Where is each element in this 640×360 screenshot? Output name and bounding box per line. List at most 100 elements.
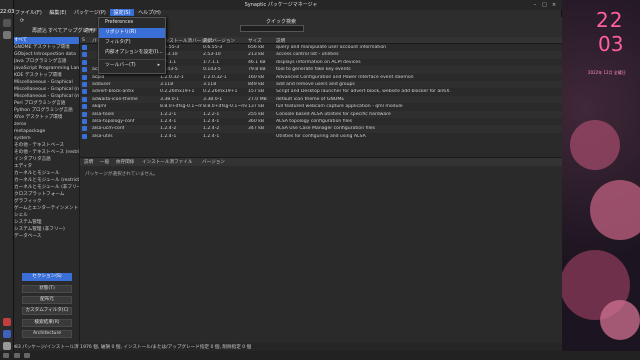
taskbar-app-icon[interactable] — [13, 353, 20, 358]
cell-size: 157 kB — [248, 89, 265, 95]
tab-installed-files[interactable]: インストール済ファイル — [142, 159, 192, 165]
tab-description[interactable]: 説明 — [84, 159, 93, 165]
table-row[interactable]: acpid 1:2.0.32-1 1:2.0.32-1 160 kB Advanced … — [80, 74, 562, 81]
category-item[interactable]: Xfce デスクトップ環境 — [14, 114, 79, 121]
table-row[interactable]: akqml 8.8.0+dfsg-0.1~mx 8.8.0+dfsg-0.1~mx 1… — [80, 103, 562, 110]
architecture-button[interactable]: Architecture — [22, 330, 72, 338]
origin-button[interactable]: 配布元 — [22, 296, 72, 304]
installed-checkbox[interactable] — [82, 126, 87, 132]
category-item[interactable]: metapackage — [14, 128, 79, 135]
app-icon[interactable] — [2, 31, 11, 39]
apply-button[interactable]: 適用 — [84, 27, 94, 34]
installed-checkbox[interactable] — [82, 111, 87, 117]
category-item[interactable]: Miscellaneous - Graphical (non) — [14, 86, 79, 93]
category-item[interactable]: Python プログラミング言語 — [14, 107, 79, 114]
tab-versions[interactable]: バージョン — [202, 159, 225, 165]
installed-checkbox[interactable] — [82, 59, 87, 65]
minimize-icon[interactable]: – — [531, 2, 539, 8]
cell-latest: 1.2.2-1 — [203, 111, 220, 117]
taskbar-app-icon[interactable] — [24, 353, 31, 358]
category-item[interactable]: カーネルとモジュール (非フリー) — [14, 184, 79, 191]
installed-checkbox[interactable] — [82, 89, 87, 95]
category-item[interactable]: エディタ — [14, 163, 79, 170]
table-row[interactable]: adwaita-icon-theme 3.38.0-1 3.38.0-1 27.0 M… — [80, 95, 562, 104]
cell-name: acpid — [92, 74, 105, 80]
flower-decoration — [570, 120, 620, 170]
search-results-button[interactable]: 検索結果(R) — [22, 319, 72, 327]
table-row[interactable]: advert-block-antix 0.2.26mx19+1 0.2.26mx19… — [80, 88, 562, 95]
toolbar: ⟳ 再読込 すべてアップグレード 適用 クイック検索 — [14, 17, 562, 37]
category-item[interactable]: JavaScript Programming Language — [14, 65, 79, 72]
category-item[interactable]: カーネルとモジュール (restricted) — [14, 177, 79, 184]
table-row[interactable]: alsa-tools 1.2.2-1 1.2.2-1 255 kB Console ba… — [80, 110, 562, 118]
maximize-icon[interactable]: □ — [540, 2, 548, 8]
installed-checkbox[interactable] — [82, 118, 87, 124]
table-row[interactable]: alsa-ucm-conf 1.2.4-2 1.2.4-2 347 kB ALSA Us… — [80, 125, 562, 133]
cell-desc: add and remove users and groups — [276, 81, 355, 87]
installed-checkbox[interactable] — [82, 133, 87, 139]
category-item[interactable]: Java プログラミング言語 — [14, 58, 79, 65]
reload-button[interactable]: 再読込 — [32, 27, 47, 34]
menu-item-repositories[interactable]: リポジトリ(R) — [99, 28, 165, 38]
category-panel: すべて GNOME デスクトップ環境 GObject Introspection d… — [14, 37, 80, 350]
category-item[interactable]: Perl プログラミング言語 — [14, 100, 79, 107]
menu-item-toolbar[interactable]: ツールバー(T) ▸ — [99, 61, 165, 71]
menu-file[interactable]: ファイル(F) — [12, 9, 45, 16]
menu-edit[interactable]: 編集(E) — [46, 9, 69, 16]
category-item[interactable]: system — [14, 135, 79, 142]
installed-checkbox[interactable] — [82, 104, 87, 110]
installed-checkbox[interactable] — [82, 67, 87, 73]
category-item[interactable]: シェル — [14, 212, 79, 219]
col-status[interactable]: S — [82, 38, 85, 43]
cell-inst: 8.8.0+dfsg-0.1~mx — [160, 104, 202, 110]
category-item[interactable]: システム管理 (非フリー) — [14, 226, 79, 233]
table-row[interactable]: alsa-utils 1.2.4-1 1.2.4-1 Utilities for co… — [80, 133, 562, 140]
category-item[interactable]: システム管理 — [14, 219, 79, 226]
status-button[interactable]: 状態(T) — [22, 285, 72, 293]
menu-separator — [99, 59, 165, 60]
installed-checkbox[interactable] — [82, 45, 87, 50]
category-item[interactable]: その他 - テキストベース (restricted) — [14, 149, 79, 156]
table-row[interactable]: alsa-topology-conf 1.2.4-1 1.2.4-1 360 kB AL… — [80, 118, 562, 125]
installed-checkbox[interactable] — [82, 52, 87, 58]
menu-help[interactable]: ヘルプ(H) — [135, 9, 164, 16]
close-icon[interactable]: × — [550, 2, 558, 8]
menu-package[interactable]: パッケージ(P) — [71, 9, 109, 16]
taskbar-app-icon[interactable] — [3, 353, 9, 358]
category-item[interactable]: すべて — [14, 37, 79, 44]
category-item[interactable]: GNOME デスクトップ環境 — [14, 44, 79, 51]
menu-settings[interactable]: 設定(S) — [110, 9, 134, 16]
category-item[interactable]: zerox — [14, 121, 79, 128]
cell-size: 347 kB — [248, 126, 265, 132]
installed-checkbox[interactable] — [82, 81, 87, 87]
tab-general[interactable]: 一般 — [100, 159, 109, 165]
installed-checkbox[interactable] — [82, 74, 87, 80]
menu-item-internal-options[interactable]: 内部オプションを設定(I)... — [99, 48, 165, 58]
category-item[interactable]: GObject Introspection data — [14, 51, 79, 58]
category-item[interactable]: クロスプラットフォーム — [14, 191, 79, 198]
category-item[interactable]: カーネルとモジュール — [14, 170, 79, 177]
custom-filters-button[interactable]: カスタムフィルタ(C) — [22, 307, 72, 315]
category-item[interactable]: その他 - テキストベース — [14, 142, 79, 149]
quick-search-input[interactable] — [240, 25, 304, 32]
no-package-message: パッケージが選択されていません。 — [85, 172, 159, 177]
table-row[interactable]: adduser 3.118 3.118 849 kB add and remove us… — [80, 80, 562, 89]
sections-button[interactable]: セクション(S) — [22, 273, 72, 281]
menu-item-preferences[interactable]: Preferences — [99, 18, 165, 28]
app-icon[interactable] — [3, 330, 11, 338]
app-icon[interactable] — [3, 318, 11, 326]
app-icon[interactable] — [2, 19, 11, 27]
taskbar — [0, 351, 640, 360]
menu-item-filters[interactable]: フィルタ(F) — [99, 38, 165, 48]
category-item[interactable]: KDE デスクトップ環境 — [14, 72, 79, 79]
category-item[interactable]: グラフィック — [14, 198, 79, 205]
reload-icon[interactable]: ⟳ — [20, 18, 24, 24]
tab-dependencies[interactable]: 依存関係 — [116, 159, 134, 165]
category-item[interactable]: データベース — [14, 233, 79, 240]
category-item[interactable]: インタプリタ言語 — [14, 156, 79, 163]
power-icon[interactable] — [3, 342, 11, 350]
installed-checkbox[interactable] — [82, 96, 87, 102]
category-item[interactable]: Miscellaneous - Graphical (m) — [14, 93, 79, 100]
category-item[interactable]: Miscellaneous - Graphical — [14, 79, 79, 86]
category-item[interactable]: ゲームとエンターテインメント — [14, 205, 79, 212]
